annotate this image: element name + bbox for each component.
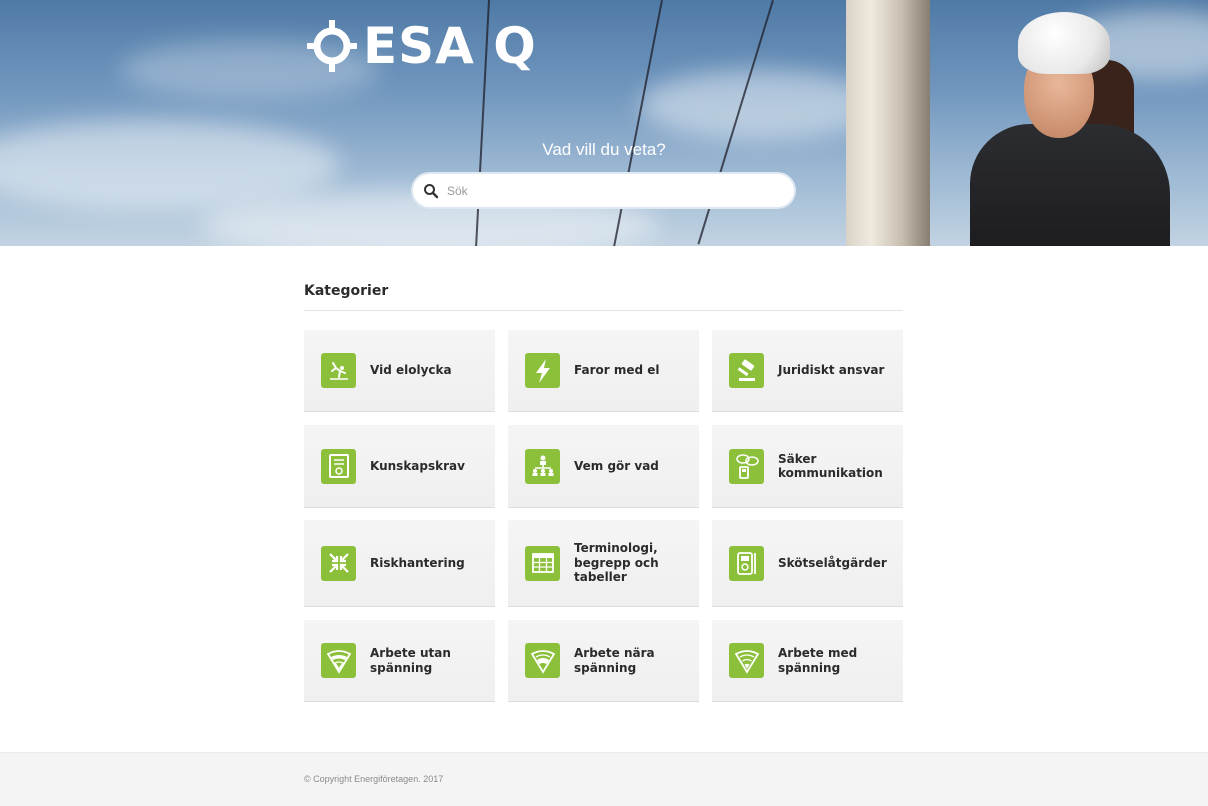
org-chart-icon [525,448,560,484]
category-label: Kunskapskrav [370,458,465,473]
cloud [640,70,880,140]
logo[interactable]: ESA Q [307,18,537,74]
category-label: Arbete utan spänning [370,646,451,675]
category-card-faror-med-el[interactable]: Faror med el [508,330,699,412]
category-label: Faror med el [574,363,660,378]
category-label: Vid elolycka [370,363,452,378]
category-card-vem-gor-vad[interactable]: Vem gör vad [508,425,699,508]
worker-helmet [1018,12,1110,74]
gavel-icon [729,353,764,388]
search-input[interactable] [447,183,767,198]
hero-banner: ESA Q Vad vill du veta? [0,0,1208,246]
categories-heading: Kategorier [304,283,903,311]
category-label: Vem gör vad [574,458,659,473]
table-icon [525,545,560,581]
category-label: Säker kommunikation [778,451,883,481]
category-card-arbete-nara-spanning[interactable]: Arbete nära spänning [508,620,699,702]
category-card-skotselatgarder[interactable]: Skötselåtgärder [712,520,903,607]
category-label: Juridiskt ansvar [778,363,885,378]
category-card-saker-kommunikation[interactable]: Säker kommunikation [712,425,903,508]
category-label: Riskhantering [370,555,465,570]
category-card-juridiskt-ansvar[interactable]: Juridiskt ansvar [712,330,903,412]
hero-question: Vad vill du veta? [542,140,666,159]
multimeter-icon [729,545,764,581]
walkie-talkie-icon [729,448,764,484]
category-card-vid-elolycka[interactable]: Vid elolycka [304,330,495,412]
lightning-bolt-icon [525,353,560,388]
category-card-kunskapskrav[interactable]: Kunskapskrav [304,425,495,508]
search-box[interactable] [411,172,796,209]
category-label: Terminologi, begrepp och tabeller [574,541,659,585]
footer: © Copyright Energiföretagen. 2017 [0,752,1208,806]
category-label: Arbete med spänning [778,646,858,675]
zone-outer-icon [321,643,356,678]
hero-photo-worker [930,0,1208,246]
category-card-riskhantering[interactable]: Riskhantering [304,520,495,607]
zone-inner-icon [729,643,764,678]
zone-middle-icon [525,643,560,678]
copyright-text: © Copyright Energiföretagen. 2017 [304,774,444,784]
category-card-arbete-med-spanning[interactable]: Arbete med spänning [712,620,903,702]
main-content: Kategorier Vid elolycka Faror med el Jur… [304,283,903,702]
certificate-icon [321,448,356,484]
category-card-terminologi[interactable]: Terminologi, begrepp och tabeller [508,520,699,607]
compress-arrows-icon [321,545,356,581]
utility-pole-shadow [902,0,930,246]
category-card-arbete-utan-spanning[interactable]: Arbete utan spänning [304,620,495,702]
crosshair-logo-icon [307,20,357,72]
falling-person-icon [321,353,356,388]
category-label: Skötselåtgärder [778,555,887,570]
logo-text: ESA Q [363,17,537,75]
category-label: Arbete nära spänning [574,646,655,675]
search-icon [424,183,439,198]
